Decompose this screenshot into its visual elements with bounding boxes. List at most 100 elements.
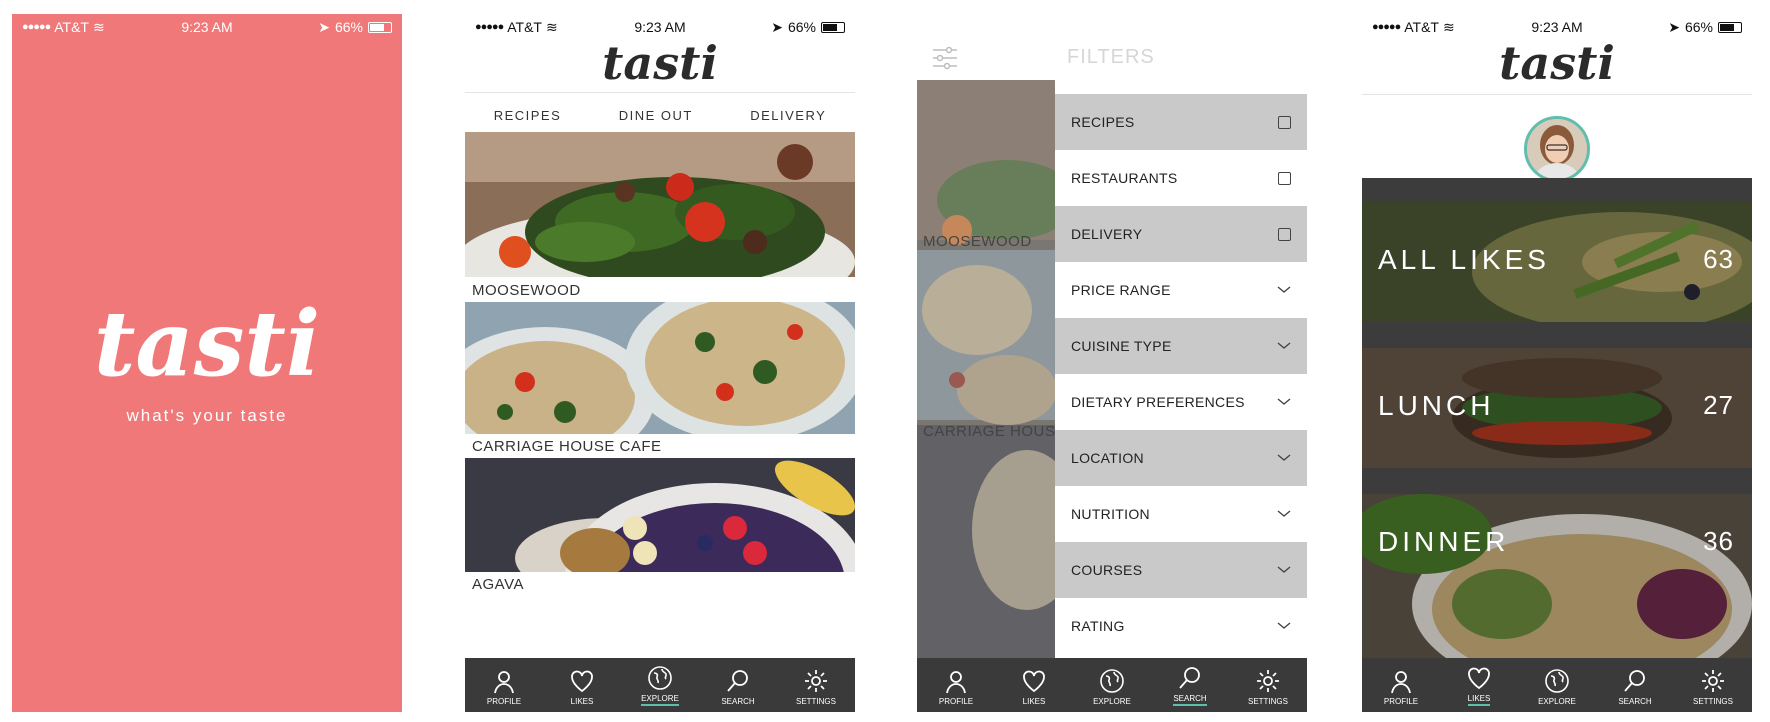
filter-rating[interactable]: RATING <box>1055 598 1307 654</box>
category-count: 63 <box>1703 244 1734 274</box>
app-logo: tasti <box>602 36 718 90</box>
tab-delivery[interactable]: DELIVERY <box>750 108 826 123</box>
tab-settings[interactable]: SETTINGS <box>1683 668 1743 706</box>
divider-band <box>1362 322 1752 348</box>
faded-feed-background <box>917 80 1055 658</box>
globe-icon <box>648 666 672 690</box>
likes-screen: ●●●●● AT&T ≋ 9:23 AM ➤ 66% tasti ALL LIKES … <box>1362 14 1752 712</box>
filter-courses[interactable]: COURSES <box>1055 542 1307 598</box>
checkbox-icon[interactable] <box>1278 115 1291 129</box>
profile-icon <box>494 671 514 694</box>
battery-icon <box>368 21 392 33</box>
filter-location[interactable]: LOCATION <box>1055 430 1307 486</box>
tab-profile[interactable]: PROFILE <box>926 668 986 706</box>
likes-category-all[interactable]: ALL LIKES 63 <box>1362 202 1752 322</box>
search-icon <box>1179 667 1200 689</box>
status-time: 9:23 AM <box>634 19 686 35</box>
carrier-label: AT&T <box>1404 19 1439 35</box>
chevron-down-icon <box>1277 454 1291 461</box>
filter-restaurants[interactable]: RESTAURANTS <box>1055 150 1307 206</box>
wifi-icon: ≋ <box>545 18 558 35</box>
checkbox-icon[interactable] <box>1278 227 1291 241</box>
tab-dine-out[interactable]: DINE OUT <box>619 108 693 123</box>
filter-price-range[interactable]: PRICE RANGE <box>1055 262 1307 318</box>
divider-band <box>1362 178 1752 202</box>
gear-icon <box>805 670 827 692</box>
tab-likes[interactable]: LIKES <box>1004 668 1064 706</box>
tab-search[interactable]: SEARCH <box>708 668 768 706</box>
location-icon: ➤ <box>1668 18 1680 35</box>
tab-profile[interactable]: PROFILE <box>474 668 534 706</box>
signal-icon: ●●●●● <box>22 21 51 33</box>
app-logo: tasti <box>93 291 321 397</box>
battery-icon <box>821 21 845 33</box>
globe-icon <box>1100 669 1124 693</box>
tab-explore[interactable]: EXPLORE <box>1527 668 1587 706</box>
heart-icon <box>1023 670 1045 693</box>
location-icon: ➤ <box>771 18 783 35</box>
tab-bar: PROFILE LIKES EXPLORE SEARCH SETTINGS <box>465 658 855 712</box>
heart-icon <box>571 670 593 693</box>
tab-settings[interactable]: SETTINGS <box>786 668 846 706</box>
divider-band <box>1362 468 1752 494</box>
likes-category-dinner[interactable]: DINNER 36 <box>1362 494 1752 658</box>
location-icon: ➤ <box>318 18 330 35</box>
category-label: DINNER <box>1378 526 1510 557</box>
restaurant-name[interactable]: AGAVA <box>472 576 524 593</box>
filter-sliders-icon[interactable] <box>931 44 959 72</box>
tab-search[interactable]: SEARCH <box>1160 665 1220 706</box>
status-bar: ●●●●● AT&T ≋ 9:23 AM ➤ 66% <box>12 14 402 40</box>
filter-recipes[interactable]: RECIPES <box>1055 94 1307 150</box>
faded-restaurant-name: CARRIAGE HOUSE <box>923 423 1066 440</box>
feed-image-moosewood[interactable] <box>465 132 855 277</box>
app-tagline: what's your taste <box>126 406 288 425</box>
filters-screen: FILTERS MOOSEWOOD CARRIAGE HOUSE RECIPES… <box>917 14 1307 712</box>
chevron-down-icon <box>1277 342 1291 349</box>
feed-image-carriage-house[interactable] <box>465 302 855 434</box>
profile-icon <box>1391 671 1411 694</box>
tab-likes[interactable]: LIKES <box>552 668 612 706</box>
chevron-down-icon <box>1277 286 1291 293</box>
restaurant-name[interactable]: MOOSEWOOD <box>472 282 581 299</box>
gear-icon <box>1257 670 1279 692</box>
battery-percent: 66% <box>1684 19 1713 35</box>
chevron-down-icon <box>1277 622 1291 629</box>
status-time: 9:23 AM <box>181 19 233 35</box>
tab-bar: PROFILE LIKES EXPLORE SEARCH SETTINGS <box>917 658 1307 712</box>
carrier-label: AT&T <box>54 19 89 35</box>
feed-image-agava[interactable] <box>465 458 855 572</box>
chevron-down-icon <box>1277 510 1291 517</box>
tab-profile[interactable]: PROFILE <box>1371 668 1431 706</box>
tab-search[interactable]: SEARCH <box>1605 668 1665 706</box>
explore-screen: ●●●●● AT&T ≋ 9:23 AM ➤ 66% tasti RECIPES DI… <box>465 14 855 712</box>
tab-explore[interactable]: EXPLORE <box>630 665 690 706</box>
category-label: ALL LIKES <box>1378 244 1550 275</box>
heart-icon <box>1468 667 1490 690</box>
app-logo: tasti <box>1499 36 1615 90</box>
tab-explore[interactable]: EXPLORE <box>1082 668 1142 706</box>
checkbox-icon[interactable] <box>1278 171 1291 185</box>
status-time: 9:23 AM <box>1531 19 1583 35</box>
avatar[interactable] <box>1524 116 1590 182</box>
faded-restaurant-name: MOOSEWOOD <box>923 233 1032 250</box>
signal-icon: ●●●●● <box>1372 21 1401 33</box>
filter-nutrition[interactable]: NUTRITION <box>1055 486 1307 542</box>
globe-icon <box>1545 669 1569 693</box>
tab-settings[interactable]: SETTINGS <box>1238 668 1298 706</box>
likes-category-lunch[interactable]: LUNCH 27 <box>1362 348 1752 468</box>
tab-likes[interactable]: LIKES <box>1449 665 1509 706</box>
tab-recipes[interactable]: RECIPES <box>494 108 562 123</box>
filters-title: FILTERS <box>1067 46 1155 68</box>
filter-delivery[interactable]: DELIVERY <box>1055 206 1307 262</box>
filter-cuisine-type[interactable]: CUISINE TYPE <box>1055 318 1307 374</box>
restaurant-name[interactable]: CARRIAGE HOUSE CAFE <box>472 438 662 455</box>
search-icon <box>727 670 748 692</box>
filter-dietary-preferences[interactable]: DIETARY PREFERENCES <box>1055 374 1307 430</box>
filter-list: RECIPES RESTAURANTS DELIVERY PRICE RANGE… <box>1055 94 1307 654</box>
battery-icon <box>1718 21 1742 33</box>
wifi-icon: ≋ <box>1442 18 1455 35</box>
splash-screen: ●●●●● AT&T ≋ 9:23 AM ➤ 66% tasti what's you… <box>12 14 402 712</box>
category-count: 36 <box>1703 526 1734 556</box>
category-count: 27 <box>1703 390 1734 420</box>
gear-icon <box>1702 670 1724 692</box>
